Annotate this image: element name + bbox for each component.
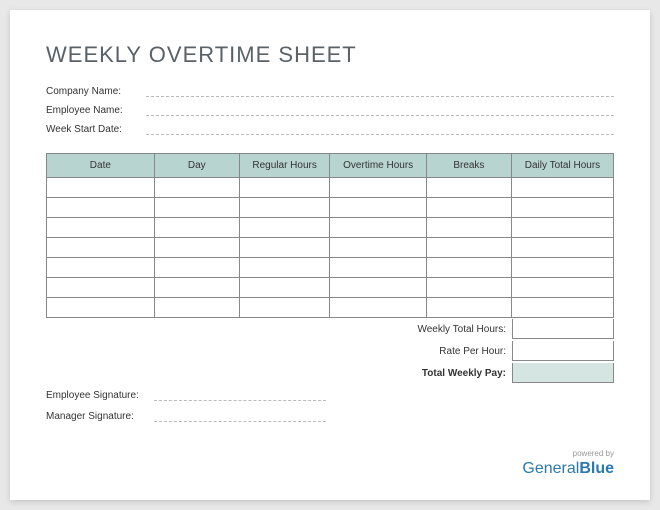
company-name-input-line[interactable] bbox=[146, 87, 614, 97]
week-start-label: Week Start Date: bbox=[46, 124, 146, 135]
employee-name-label: Employee Name: bbox=[46, 105, 146, 116]
employee-signature-row: Employee Signature: bbox=[46, 390, 326, 401]
company-name-row: Company Name: bbox=[46, 86, 614, 97]
table-cell[interactable] bbox=[47, 198, 155, 218]
company-name-label: Company Name: bbox=[46, 86, 146, 97]
table-cell[interactable] bbox=[154, 178, 239, 198]
table-cell[interactable] bbox=[239, 218, 330, 238]
hours-table: Date Day Regular Hours Overtime Hours Br… bbox=[46, 153, 614, 318]
employee-name-row: Employee Name: bbox=[46, 105, 614, 116]
table-row bbox=[47, 298, 614, 318]
table-cell[interactable] bbox=[511, 278, 613, 298]
weekly-total-label: Weekly Total Hours: bbox=[417, 324, 512, 335]
signatures-section: Employee Signature: Manager Signature: bbox=[46, 390, 326, 432]
table-cell[interactable] bbox=[154, 278, 239, 298]
table-header-row: Date Day Regular Hours Overtime Hours Br… bbox=[47, 154, 614, 178]
generalblue-logo: GeneralBlue bbox=[522, 460, 614, 478]
employee-signature-label: Employee Signature: bbox=[46, 390, 154, 401]
table-cell[interactable] bbox=[239, 258, 330, 278]
footer-branding: powered by GeneralBlue bbox=[522, 449, 614, 478]
employee-signature-line[interactable] bbox=[154, 391, 326, 401]
table-row bbox=[47, 258, 614, 278]
rate-value[interactable] bbox=[512, 341, 614, 361]
table-cell[interactable] bbox=[239, 238, 330, 258]
total-pay-row: Total Weekly Pay: bbox=[46, 362, 614, 384]
total-pay-label: Total Weekly Pay: bbox=[422, 368, 512, 379]
table-cell[interactable] bbox=[154, 258, 239, 278]
week-start-input-line[interactable] bbox=[146, 125, 614, 135]
table-cell[interactable] bbox=[47, 218, 155, 238]
table-cell[interactable] bbox=[511, 178, 613, 198]
table-cell[interactable] bbox=[330, 238, 426, 258]
table-cell[interactable] bbox=[426, 258, 511, 278]
powered-by-label: powered by bbox=[522, 449, 614, 458]
table-cell[interactable] bbox=[239, 298, 330, 318]
table-cell[interactable] bbox=[47, 258, 155, 278]
header-breaks: Breaks bbox=[426, 154, 511, 178]
table-row bbox=[47, 278, 614, 298]
table-cell[interactable] bbox=[330, 218, 426, 238]
table-cell[interactable] bbox=[426, 278, 511, 298]
table-cell[interactable] bbox=[47, 238, 155, 258]
page-title: WEEKLY OVERTIME SHEET bbox=[46, 42, 614, 68]
total-pay-value[interactable] bbox=[512, 363, 614, 383]
table-cell[interactable] bbox=[47, 178, 155, 198]
header-overtime-hours: Overtime Hours bbox=[330, 154, 426, 178]
header-daily-total: Daily Total Hours bbox=[511, 154, 613, 178]
table-cell[interactable] bbox=[426, 218, 511, 238]
table-cell[interactable] bbox=[330, 258, 426, 278]
table-cell[interactable] bbox=[47, 298, 155, 318]
weekly-total-value[interactable] bbox=[512, 319, 614, 339]
table-cell[interactable] bbox=[511, 258, 613, 278]
table-cell[interactable] bbox=[426, 298, 511, 318]
logo-part1: General bbox=[522, 460, 579, 477]
table-row bbox=[47, 238, 614, 258]
summary-section: Weekly Total Hours: Rate Per Hour: Total… bbox=[46, 318, 614, 384]
table-cell[interactable] bbox=[154, 238, 239, 258]
table-cell[interactable] bbox=[511, 198, 613, 218]
table-cell[interactable] bbox=[330, 178, 426, 198]
table-cell[interactable] bbox=[154, 198, 239, 218]
manager-signature-row: Manager Signature: bbox=[46, 411, 326, 422]
table-cell[interactable] bbox=[426, 238, 511, 258]
table-cell[interactable] bbox=[511, 218, 613, 238]
header-regular-hours: Regular Hours bbox=[239, 154, 330, 178]
employee-name-input-line[interactable] bbox=[146, 106, 614, 116]
table-cell[interactable] bbox=[426, 178, 511, 198]
table-cell[interactable] bbox=[511, 238, 613, 258]
weekly-total-row: Weekly Total Hours: bbox=[46, 318, 614, 340]
table-cell[interactable] bbox=[330, 278, 426, 298]
table-cell[interactable] bbox=[239, 178, 330, 198]
table-row bbox=[47, 218, 614, 238]
week-start-row: Week Start Date: bbox=[46, 124, 614, 135]
table-cell[interactable] bbox=[426, 198, 511, 218]
manager-signature-line[interactable] bbox=[154, 412, 326, 422]
timesheet-document: WEEKLY OVERTIME SHEET Company Name: Empl… bbox=[10, 10, 650, 500]
table-cell[interactable] bbox=[330, 198, 426, 218]
table-cell[interactable] bbox=[511, 298, 613, 318]
table-cell[interactable] bbox=[154, 298, 239, 318]
table-cell[interactable] bbox=[154, 218, 239, 238]
rate-row: Rate Per Hour: bbox=[46, 340, 614, 362]
table-cell[interactable] bbox=[330, 298, 426, 318]
table-row bbox=[47, 198, 614, 218]
header-day: Day bbox=[154, 154, 239, 178]
hours-table-wrap: Date Day Regular Hours Overtime Hours Br… bbox=[46, 153, 614, 384]
table-row bbox=[47, 178, 614, 198]
header-date: Date bbox=[47, 154, 155, 178]
logo-part2: Blue bbox=[579, 460, 614, 477]
table-cell[interactable] bbox=[239, 198, 330, 218]
manager-signature-label: Manager Signature: bbox=[46, 411, 154, 422]
rate-label: Rate Per Hour: bbox=[439, 346, 512, 357]
table-cell[interactable] bbox=[239, 278, 330, 298]
table-cell[interactable] bbox=[47, 278, 155, 298]
